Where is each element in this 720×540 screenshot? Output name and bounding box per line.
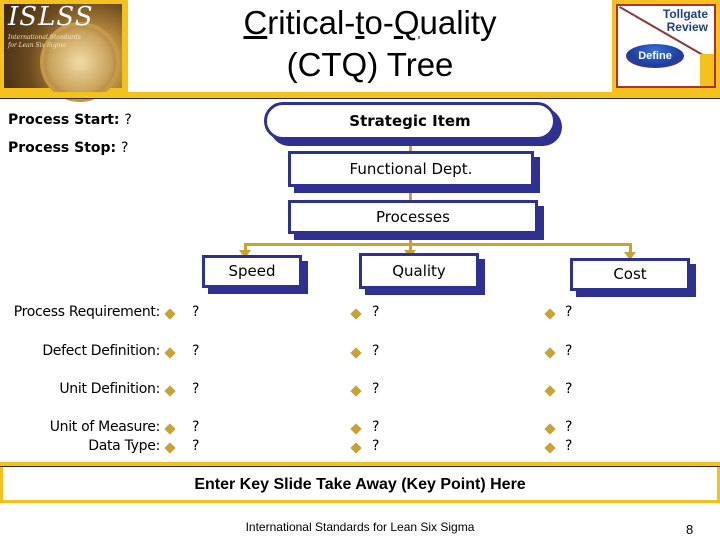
tollgate-tab: [700, 54, 714, 86]
title-ritical: ritical-: [267, 4, 356, 41]
title-q: Q: [393, 4, 420, 41]
row-value[interactable]: ?: [565, 343, 572, 359]
diamond-bullet-icon: [544, 442, 556, 454]
row-value[interactable]: ?: [192, 304, 199, 320]
diamond-bullet-icon: [350, 442, 362, 454]
logo-title: ISLSS: [8, 2, 94, 32]
diamond-bullet-icon: [544, 385, 556, 397]
quality-node: Quality: [359, 253, 479, 289]
row-label: Unit Definition:: [59, 381, 160, 397]
page-number: 8: [686, 522, 694, 537]
process-start-value: ?: [124, 112, 132, 128]
processes-node: Processes: [288, 200, 538, 234]
title-line-1: Critical-to-Quality: [130, 2, 610, 44]
row-label: Unit of Measure:: [49, 419, 161, 435]
row-label: Process Requirement:: [13, 304, 161, 320]
process-stop-label: Process Stop:: [8, 140, 117, 156]
tollgate-title: Tollgate Review: [663, 8, 708, 34]
diamond-bullet-icon: [164, 442, 176, 454]
title-uality: uality: [419, 4, 497, 41]
process-stop-value: ?: [121, 140, 129, 156]
row-label: Defect Definition:: [42, 343, 160, 359]
diamond-bullet-icon: [350, 385, 362, 397]
diamond-bullet-icon: [164, 385, 176, 397]
define-phase-ellipse: Define: [626, 44, 684, 68]
slide-title: Critical-to-Quality (CTQ) Tree: [130, 2, 610, 86]
logo-subtitle-line2: for Lean Six Sigma: [8, 42, 66, 49]
diamond-bullet-icon: [350, 347, 362, 359]
speed-node: Speed: [202, 255, 302, 288]
row-value[interactable]: ?: [565, 381, 572, 397]
logo-subtitle-line1: International Standards: [8, 34, 81, 41]
row-value[interactable]: ?: [192, 419, 199, 435]
connector-horizontal: [244, 243, 632, 246]
diamond-bullet-icon: [544, 347, 556, 359]
diamond-bullet-icon: [350, 423, 362, 435]
cost-node: Cost: [570, 258, 690, 291]
row-value[interactable]: ?: [372, 304, 379, 320]
process-start: Process Start: ?: [8, 112, 132, 128]
row-value[interactable]: ?: [565, 304, 572, 320]
row-value[interactable]: ?: [372, 419, 379, 435]
tollgate-panel: Tollgate Review Define: [616, 4, 716, 88]
diamond-bullet-icon: [350, 308, 362, 320]
row-value[interactable]: ?: [372, 381, 379, 397]
diamond-bullet-icon: [164, 423, 176, 435]
row-value[interactable]: ?: [192, 343, 199, 359]
title-line-2: (CTQ) Tree: [286, 46, 454, 83]
process-stop: Process Stop: ?: [8, 140, 128, 156]
row-value[interactable]: ?: [565, 438, 572, 454]
row-value[interactable]: ?: [372, 343, 379, 359]
diamond-bullet-icon: [164, 308, 176, 320]
process-start-label: Process Start:: [8, 112, 120, 128]
title-o: o-: [364, 4, 394, 41]
logo-subtitle: International Standards for Lean Six Sig…: [8, 34, 81, 50]
functional-dept-node: Functional Dept.: [288, 151, 534, 187]
header-divider: [0, 98, 720, 99]
diamond-bullet-icon: [544, 308, 556, 320]
title-c: C: [243, 4, 268, 41]
row-value[interactable]: ?: [192, 438, 199, 454]
tollgate-title-line2: Review: [666, 20, 708, 34]
tollgate-review-badge: Tollgate Review Define: [612, 0, 720, 92]
row-value[interactable]: ?: [372, 438, 379, 454]
islss-logo: ISLSS International Standards for Lean S…: [0, 0, 128, 102]
footer-organization: International Standards for Lean Six Sig…: [245, 520, 475, 534]
key-takeaway-box[interactable]: Enter Key Slide Take Away (Key Point) He…: [0, 467, 720, 503]
row-label: Data Type:: [88, 438, 160, 454]
diamond-bullet-icon: [164, 347, 176, 359]
strategic-item-node: Strategic Item: [264, 102, 556, 140]
diamond-bullet-icon: [544, 423, 556, 435]
row-value[interactable]: ?: [192, 381, 199, 397]
row-value[interactable]: ?: [565, 419, 572, 435]
